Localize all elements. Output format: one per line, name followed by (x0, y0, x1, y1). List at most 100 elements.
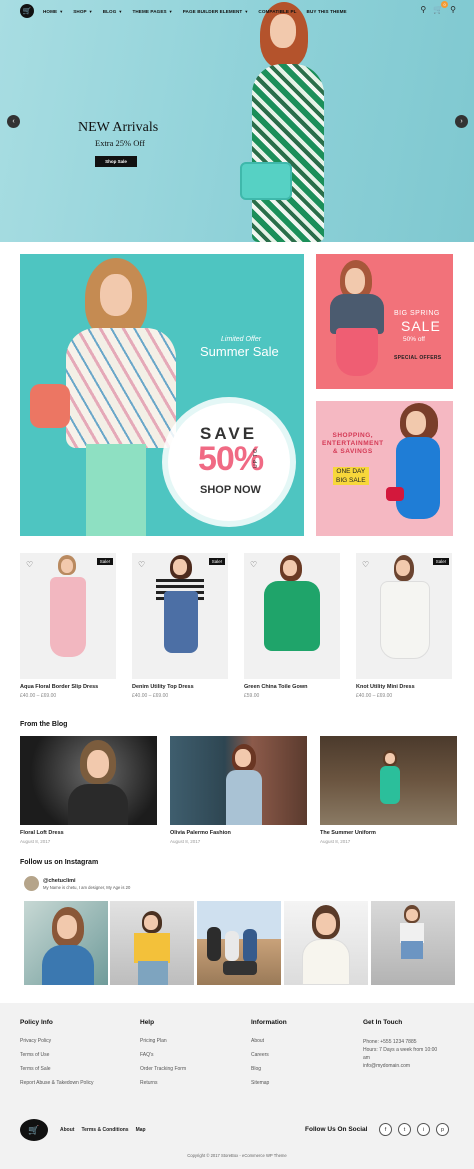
instagram-photo[interactable] (284, 901, 368, 985)
blog-post[interactable]: The Summer Uniform August 8, 2017 (320, 736, 457, 844)
product-name[interactable]: Denim Utility Top Dress (132, 684, 228, 690)
instagram-photo[interactable] (197, 901, 281, 985)
footer-link-terms[interactable]: Terms & Conditions (81, 1127, 128, 1133)
pinterest-icon[interactable]: p (436, 1123, 449, 1136)
promo-shopping-line2: ENTERTAINMENT (322, 440, 384, 447)
instagram-model (207, 927, 271, 977)
promo-special-offers: SPECIAL OFFERS (394, 355, 442, 361)
avatar[interactable] (24, 876, 39, 891)
footer-link[interactable]: FAQ's (140, 1052, 186, 1058)
footer-bottom-links: About Terms & Conditions Map (60, 1127, 146, 1133)
nav-item-blog[interactable]: BLOG ▼ (103, 9, 123, 14)
chevron-down-icon: ▼ (59, 8, 64, 14)
nav-item-compatible[interactable]: COMPATIBLE PL (258, 9, 296, 14)
product-card[interactable]: ♡ Green China Toile Gown £59.00 (244, 553, 340, 699)
blog-image[interactable] (20, 736, 157, 825)
footer-heading: Help (140, 1019, 155, 1026)
footer-link-about[interactable]: About (60, 1127, 74, 1133)
footer-link[interactable]: Report Abuse & Takedown Policy (20, 1080, 94, 1086)
product-card[interactable]: ♡ Sale! Denim Utility Top Dress £40.00 –… (132, 553, 228, 699)
product-price: £40.00 – £69.00 (132, 693, 169, 699)
nav-item-theme-pages[interactable]: THEME PAGES ▼ (132, 9, 172, 14)
sale-badge: Sale! (96, 558, 113, 565)
product-card[interactable]: ♡ Sale! Aqua Floral Border Slip Dress £4… (20, 553, 116, 699)
promo-50-off: 50% off (403, 336, 425, 343)
instagram-photo[interactable] (110, 901, 194, 985)
product-image[interactable]: ♡ Sale! (20, 553, 116, 679)
blog-title[interactable]: Olivia Palermo Fashion (170, 830, 307, 836)
wishlist-heart-icon[interactable]: ♡ (362, 560, 369, 569)
product-card[interactable]: ♡ Sale! Knot Utility Mini Dress £40.00 –… (356, 553, 452, 699)
footer-link[interactable]: Blog (251, 1066, 287, 1072)
hero-subtitle: Extra 25% Off (95, 138, 145, 148)
user-icon[interactable]: ⚲ (420, 5, 426, 14)
promo-model-image (30, 254, 180, 536)
blog-model (68, 740, 128, 825)
blog-title[interactable]: The Summer Uniform (320, 830, 457, 836)
slider-next-arrow-icon[interactable]: › (455, 115, 468, 128)
contact-hours-cont: am (363, 1055, 370, 1061)
chevron-down-icon: ▼ (88, 8, 93, 14)
product-image[interactable]: ♡ Sale! (356, 553, 452, 679)
product-image[interactable]: ♡ Sale! (132, 553, 228, 679)
blog-post[interactable]: Floral Loft Dress August 8, 2017 (20, 736, 157, 844)
footer-link[interactable]: Pricing Plan (140, 1038, 186, 1044)
twitter-icon[interactable]: t (398, 1123, 411, 1136)
instagram-profile[interactable]: @chetuclimi My Name is chetu, I am desig… (24, 876, 130, 891)
product-name[interactable]: Knot Utility Mini Dress (356, 684, 452, 690)
instagram-photo[interactable] (371, 901, 455, 985)
product-price: £40.00 – £69.00 (356, 693, 393, 699)
search-icon[interactable]: ⚲ (450, 5, 456, 14)
instagram-heading: Follow us on Instagram (20, 859, 99, 866)
footer-link[interactable]: Privacy Policy (20, 1038, 94, 1044)
product-image[interactable]: ♡ (244, 553, 340, 679)
footer-heading: Get In Touch (363, 1019, 403, 1026)
instagram-model (298, 905, 354, 985)
promo-limited-offer: Limited Offer (221, 336, 262, 343)
promo-sale: SALE (401, 318, 441, 334)
wishlist-heart-icon[interactable]: ♡ (26, 560, 33, 569)
product-model (152, 555, 208, 679)
promo-shopping-line1: SHOPPING, (332, 432, 374, 439)
product-name[interactable]: Aqua Floral Border Slip Dress (20, 684, 116, 690)
nav-item-home[interactable]: HOME ▼ (43, 9, 63, 14)
footer-link[interactable]: Order Tracking Form (140, 1066, 186, 1072)
footer-link[interactable]: Sitemap (251, 1080, 287, 1086)
footer-link[interactable]: About (251, 1038, 287, 1044)
cart-count-badge: 0 (441, 1, 449, 8)
nav-item-shop[interactable]: SHOP ▼ (73, 9, 92, 14)
blog-image[interactable] (170, 736, 307, 825)
footer-link-map[interactable]: Map (136, 1127, 146, 1133)
nav-item-buy-theme[interactable]: BUY THIS THEME (307, 9, 347, 14)
blog-date: August 8, 2017 (20, 839, 51, 844)
contact-email[interactable]: info@mydomain.com (363, 1062, 437, 1070)
blog-image[interactable] (320, 736, 457, 825)
facebook-icon[interactable]: f (379, 1123, 392, 1136)
footer-logo-cart-icon[interactable]: 🛒 (20, 1119, 48, 1141)
footer-link[interactable]: Terms of Sale (20, 1066, 94, 1072)
nav-item-page-builder[interactable]: PAGE BUILDER ELEMENT ▼ (183, 9, 249, 14)
product-name[interactable]: Green China Toile Gown (244, 684, 340, 690)
cart-icon[interactable]: 🛒 0 (433, 1, 449, 14)
promo-shopping-text: SHOPPING, ENTERTAINMENT & SAVINGS (322, 432, 384, 456)
promo-summer-title: Summer Sale (200, 344, 279, 359)
instagram-photo[interactable] (24, 901, 108, 985)
shop-sale-button[interactable]: Shop Sale (95, 156, 137, 167)
menu: HOME ▼ SHOP ▼ BLOG ▼ THEME PAGES ▼ PAGE BUIL… (43, 0, 357, 22)
chevron-down-icon: ▼ (244, 8, 249, 14)
wishlist-heart-icon[interactable]: ♡ (250, 560, 257, 569)
blog-post[interactable]: Olivia Palermo Fashion August 8, 2017 (170, 736, 307, 844)
instagram-username[interactable]: @chetuclimi (43, 878, 130, 884)
instagram-icon[interactable]: i (417, 1123, 430, 1136)
promo-shop-now[interactable]: SHOP NOW (200, 484, 261, 496)
footer-link[interactable]: Returns (140, 1080, 186, 1086)
footer-policy-info: Policy Info Privacy Policy Terms of Use … (20, 1019, 94, 1094)
footer-link[interactable]: Careers (251, 1052, 287, 1058)
blog-title[interactable]: Floral Loft Dress (20, 830, 157, 836)
slider-prev-arrow-icon[interactable]: ‹ (7, 115, 20, 128)
wishlist-heart-icon[interactable]: ♡ (138, 560, 145, 569)
instagram-bio: My Name is chetu, I am designer, My Age … (43, 884, 131, 890)
footer-link[interactable]: Terms of Use (20, 1052, 94, 1058)
logo-cart-icon[interactable]: 🛒 (20, 4, 34, 18)
footer-heading: Policy Info (20, 1019, 53, 1026)
